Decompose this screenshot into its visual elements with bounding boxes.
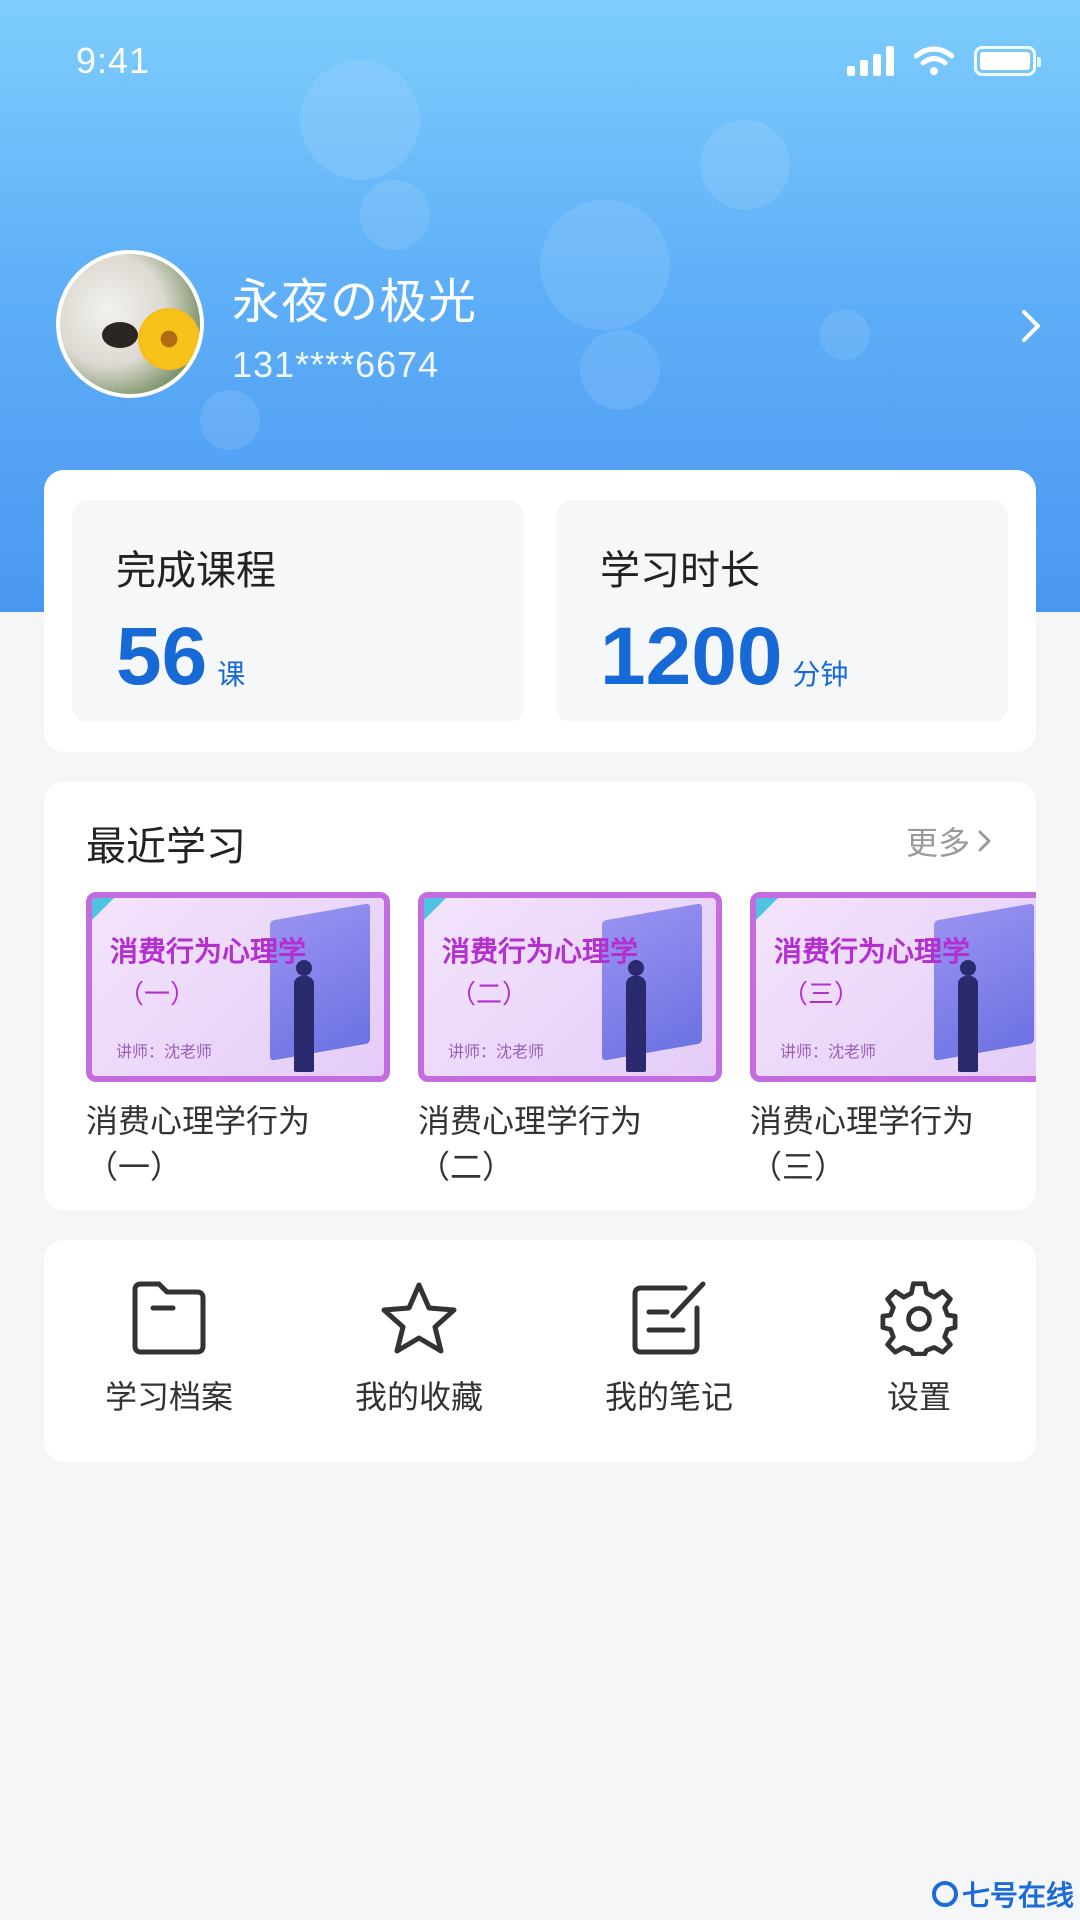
status-time: 9:41 xyxy=(76,40,151,81)
thumb-number: （二） xyxy=(450,980,529,1010)
gear-icon xyxy=(880,1281,958,1356)
status-bar: 9:41 xyxy=(0,0,1080,120)
signal-icon xyxy=(847,46,894,76)
more-link[interactable]: 更多 xyxy=(906,818,994,864)
recent-study-card: 最近学习 更多 消费行为心理学 （一） 讲师：沈老师 消费心理学行为（一） 消费… xyxy=(44,782,1036,1210)
watermark-text: 七号在线 xyxy=(961,1879,1074,1912)
stat-label: 学习时长 xyxy=(600,548,760,594)
phone-number: 131****6674 xyxy=(232,344,440,385)
completed-courses-stat[interactable]: 完成课程 56 课 xyxy=(72,500,524,722)
avatar[interactable] xyxy=(56,250,204,398)
menu-card: 学习档案 我的收藏 我的笔记 设置 xyxy=(44,1240,1036,1462)
stats-card: 完成课程 56 课 学习时长 1200 分钟 xyxy=(44,470,1036,752)
username: 永夜の极光 xyxy=(232,274,478,330)
star-icon xyxy=(381,1282,457,1354)
menu-label: 我的收藏 xyxy=(354,1378,483,1416)
stat-label: 完成课程 xyxy=(116,548,276,594)
menu-item-study-archive[interactable]: 学习档案 xyxy=(44,1280,294,1418)
thumb-number: （一） xyxy=(118,980,197,1010)
watermark: 七号在线 xyxy=(931,1874,1074,1914)
menu-label: 学习档案 xyxy=(104,1378,233,1416)
menu-label: 我的笔记 xyxy=(604,1378,733,1416)
folder-icon xyxy=(132,1281,206,1355)
course-name: 消费心理学行为（一） xyxy=(86,1102,311,1186)
course-thumbnail: 消费行为心理学 （二） 讲师：沈老师 xyxy=(418,892,722,1082)
battery-icon xyxy=(974,46,1041,76)
thumb-title: 消费行为心理学 xyxy=(442,935,639,968)
status-icons xyxy=(847,46,1041,76)
logo-icon xyxy=(931,1881,958,1907)
course-card[interactable]: 消费行为心理学 （一） 讲师：沈老师 消费心理学行为（一） xyxy=(86,892,390,1190)
chevron-right-icon xyxy=(978,830,991,852)
stat-value: 1200 xyxy=(600,611,783,702)
course-card[interactable]: 消费行为心理学 （二） 讲师：沈老师 消费心理学行为（二） xyxy=(418,892,722,1190)
stat-value: 56 xyxy=(116,611,208,702)
menu-item-settings[interactable]: 设置 xyxy=(794,1280,1044,1418)
thumb-teacher: 讲师：沈老师 xyxy=(448,1042,545,1061)
course-name: 消费心理学行为（二） xyxy=(418,1102,643,1186)
more-label: 更多 xyxy=(905,824,970,862)
course-thumbnail: 消费行为心理学 （一） 讲师：沈老师 xyxy=(86,892,390,1082)
thumb-number: （三） xyxy=(782,980,861,1010)
stat-unit: 课 xyxy=(217,658,246,691)
course-card[interactable]: 消费行为心理学 （三） 讲师：沈老师 消费心理学行为（三） xyxy=(750,892,1036,1190)
stat-unit: 分钟 xyxy=(792,658,849,691)
profile-header[interactable]: 永夜の极光 131****6674 xyxy=(56,250,1046,400)
chevron-right-icon[interactable] xyxy=(1016,306,1046,346)
section-title: 最近学习 xyxy=(86,824,246,870)
menu-label: 设置 xyxy=(886,1378,951,1416)
thumb-teacher: 讲师：沈老师 xyxy=(116,1042,213,1061)
course-name: 消费心理学行为（三） xyxy=(750,1102,975,1186)
course-thumbnail: 消费行为心理学 （三） 讲师：沈老师 xyxy=(750,892,1036,1082)
menu-item-favorites[interactable]: 我的收藏 xyxy=(294,1280,544,1418)
course-carousel[interactable]: 消费行为心理学 （一） 讲师：沈老师 消费心理学行为（一） 消费行为心理学 （二… xyxy=(86,892,1036,1202)
thumb-title: 消费行为心理学 xyxy=(110,935,307,968)
thumb-title: 消费行为心理学 xyxy=(774,935,971,968)
study-duration-stat[interactable]: 学习时长 1200 分钟 xyxy=(556,500,1008,722)
wifi-icon xyxy=(914,46,954,75)
note-icon xyxy=(632,1281,706,1355)
thumb-teacher: 讲师：沈老师 xyxy=(780,1042,877,1061)
menu-item-notes[interactable]: 我的笔记 xyxy=(544,1280,794,1418)
